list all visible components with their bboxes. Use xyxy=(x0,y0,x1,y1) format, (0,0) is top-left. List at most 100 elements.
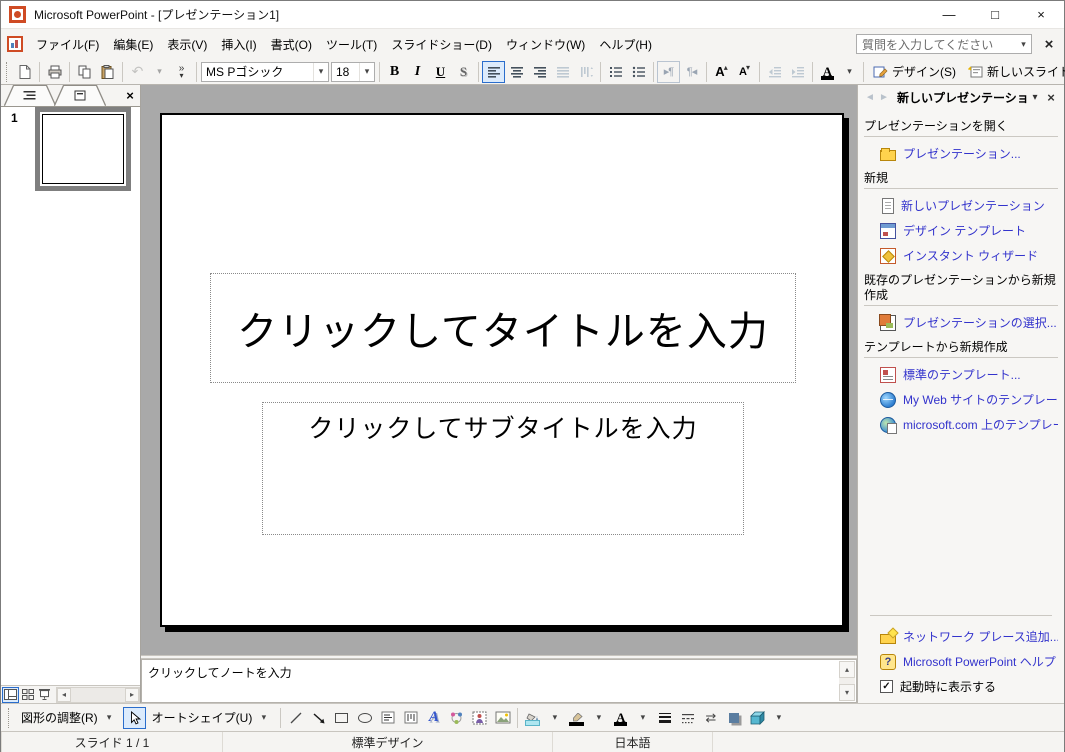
link-general-templates[interactable]: 標準のテンプレート... xyxy=(864,362,1058,387)
oval-button[interactable] xyxy=(353,707,376,729)
3d-style-button[interactable] xyxy=(745,707,768,729)
link-web-templates[interactable]: My Web サイトのテンプレート... xyxy=(864,387,1058,412)
link-microsoft-templates[interactable]: microsoft.com 上のテンプレート xyxy=(864,412,1058,437)
task-pane-forward-icon[interactable]: ► xyxy=(877,92,891,103)
show-at-startup-checkbox[interactable]: ✓ xyxy=(880,680,893,693)
align-center-button[interactable] xyxy=(505,61,528,83)
decrease-font-size-button[interactable]: A▾ xyxy=(733,61,756,83)
toolbar-options-button[interactable]: »▾ xyxy=(170,61,193,83)
undo-button[interactable]: ↶ xyxy=(126,61,149,83)
left-to-right-button[interactable]: ▸¶ xyxy=(657,61,680,83)
draw-font-color-button[interactable]: A xyxy=(609,707,632,729)
tab-outline[interactable] xyxy=(5,86,55,106)
slide-canvas[interactable]: クリックしてタイトルを入力 クリックしてサブタイトルを入力 xyxy=(160,113,844,627)
line-color-dropdown[interactable]: ▾ xyxy=(588,707,609,729)
close-button[interactable]: × xyxy=(1018,1,1064,29)
scroll-right-button[interactable]: ▸ xyxy=(125,688,139,702)
task-pane-back-icon[interactable]: ◄ xyxy=(863,92,877,103)
select-objects-button[interactable] xyxy=(123,707,146,729)
task-pane-close-button[interactable]: × xyxy=(1043,90,1059,106)
shadow-style-button[interactable] xyxy=(722,707,745,729)
notes-scrollbar[interactable]: ▴ ▾ xyxy=(839,661,855,701)
draw-font-color-dropdown[interactable]: ▾ xyxy=(632,707,653,729)
scroll-left-button[interactable]: ◂ xyxy=(57,688,71,702)
wordart-button[interactable]: A xyxy=(422,707,445,729)
font-color-dropdown[interactable]: ▾ xyxy=(839,61,860,83)
document-close-button[interactable]: × xyxy=(1038,33,1060,55)
slide-sorter-view-button[interactable] xyxy=(19,687,36,703)
copy-button[interactable] xyxy=(73,61,96,83)
fill-color-button[interactable] xyxy=(521,707,544,729)
menu-insert[interactable]: 挿入(I) xyxy=(214,32,263,57)
link-autocontent-wizard[interactable]: インスタント ウィザード xyxy=(864,243,1058,268)
distribute-button[interactable] xyxy=(551,61,574,83)
bold-button[interactable]: B xyxy=(383,61,406,83)
print-button[interactable] xyxy=(43,61,66,83)
text-box-button[interactable] xyxy=(376,707,399,729)
line-style-button[interactable] xyxy=(653,707,676,729)
normal-view-button[interactable] xyxy=(2,687,19,703)
help-question-input[interactable]: 質問を入力してください ▾ xyxy=(856,34,1032,54)
notes-scroll-down-button[interactable]: ▾ xyxy=(839,684,855,701)
menu-tools[interactable]: ツール(T) xyxy=(319,32,384,57)
bullet-list-button[interactable] xyxy=(627,61,650,83)
subtitle-placeholder[interactable]: クリックしてサブタイトルを入力 xyxy=(262,402,744,535)
menu-window[interactable]: ウィンドウ(W) xyxy=(499,32,592,57)
font-size-combobox[interactable]: 18 ▾ xyxy=(331,62,375,82)
minimize-button[interactable]: — xyxy=(926,1,972,29)
line-button[interactable] xyxy=(284,707,307,729)
fill-color-dropdown[interactable]: ▾ xyxy=(544,707,565,729)
drawbar-overflow-dropdown[interactable]: ▾ xyxy=(768,707,789,729)
link-add-network-place[interactable]: ネットワーク プレース追加... xyxy=(864,624,1058,649)
numbered-list-button[interactable] xyxy=(604,61,627,83)
increase-indent-button[interactable] xyxy=(786,61,809,83)
new-slide-button[interactable]: 新しいスライド(N) xyxy=(962,61,1065,83)
diagram-button[interactable] xyxy=(445,707,468,729)
autoshapes-button[interactable]: オートシェイプ(U) ▾ xyxy=(146,707,278,729)
status-language[interactable]: 日本語 xyxy=(553,732,713,752)
menu-help[interactable]: ヘルプ(H) xyxy=(592,32,659,57)
link-design-template[interactable]: デザイン テンプレート xyxy=(864,218,1058,243)
vertical-text-button[interactable] xyxy=(574,61,597,83)
vertical-text-box-button[interactable] xyxy=(399,707,422,729)
slideshow-view-button[interactable] xyxy=(36,687,53,703)
font-name-dropdown-icon[interactable]: ▾ xyxy=(313,63,328,81)
arrow-button[interactable] xyxy=(307,707,330,729)
menu-view[interactable]: 表示(V) xyxy=(160,32,214,57)
new-presentation-button[interactable] xyxy=(13,61,36,83)
toolbar-grip[interactable] xyxy=(8,708,12,728)
font-name-combobox[interactable]: MS Pゴシック ▾ xyxy=(201,62,329,82)
right-to-left-button[interactable]: ¶◂ xyxy=(680,61,703,83)
clip-art-button[interactable] xyxy=(468,707,491,729)
notes-pane[interactable]: クリックしてノートを入力 ▴ ▾ xyxy=(141,659,857,703)
arrow-style-button[interactable]: ⇄ xyxy=(699,707,722,729)
font-color-button[interactable]: A xyxy=(816,61,839,83)
align-right-button[interactable] xyxy=(528,61,551,83)
draw-menu-button[interactable]: 図形の調整(R) ▾ xyxy=(15,707,123,729)
toolbar-grip[interactable] xyxy=(6,62,10,82)
paste-button[interactable] xyxy=(96,61,119,83)
task-pane-dropdown-icon[interactable]: ▾ xyxy=(1027,90,1043,106)
line-color-button[interactable] xyxy=(565,707,588,729)
increase-font-size-button[interactable]: A▴ xyxy=(710,61,733,83)
align-left-button[interactable] xyxy=(482,61,505,83)
underline-button[interactable]: U xyxy=(429,61,452,83)
menu-format[interactable]: 書式(O) xyxy=(264,32,319,57)
pane-close-button[interactable]: × xyxy=(122,87,138,103)
italic-button[interactable]: I xyxy=(406,61,429,83)
link-open-presentation[interactable]: プレゼンテーション... xyxy=(864,141,1058,166)
status-design-name[interactable]: 標準デザイン xyxy=(223,732,553,752)
tab-slides[interactable] xyxy=(55,86,105,106)
font-size-dropdown-icon[interactable]: ▾ xyxy=(359,63,374,81)
undo-dropdown[interactable]: ▾ xyxy=(149,61,170,83)
slide-design-button[interactable]: デザイン(S) xyxy=(867,61,962,83)
text-shadow-button[interactable]: S xyxy=(452,61,475,83)
menu-file[interactable]: ファイル(F) xyxy=(29,32,106,57)
outline-horizontal-scrollbar[interactable]: ◂ ▸ xyxy=(56,687,140,703)
link-blank-presentation[interactable]: 新しいプレゼンテーション xyxy=(864,193,1058,218)
maximize-button[interactable]: □ xyxy=(972,1,1018,29)
question-dropdown-icon[interactable]: ▾ xyxy=(1016,35,1031,53)
slide-thumbnail[interactable] xyxy=(35,107,131,191)
link-powerpoint-help[interactable]: ? Microsoft PowerPoint ヘルプ xyxy=(864,649,1058,674)
presentation-document-icon[interactable] xyxy=(7,36,23,52)
